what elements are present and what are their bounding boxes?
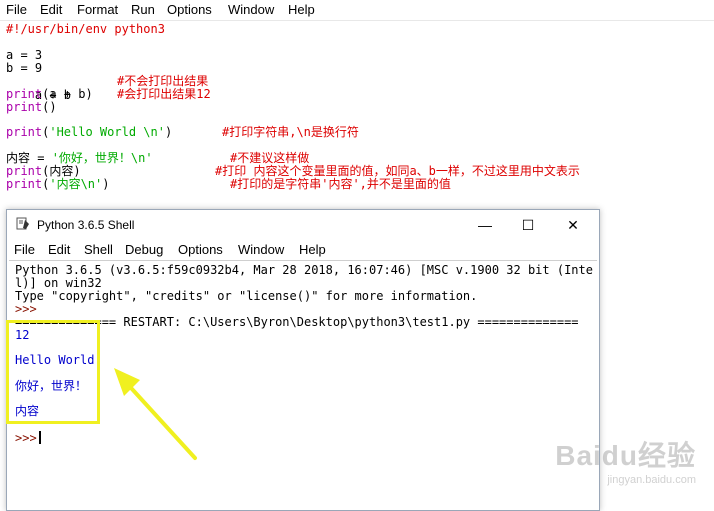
code-keyword: print [6,125,43,139]
watermark-sub: jingyan.baidu.com [607,474,696,486]
code-string: 'Hello World \n' [49,125,165,139]
menu-window[interactable]: Window [228,2,274,17]
code-comment: #打印的是字符串'内容',并不是里面的值 [230,177,451,191]
shell-menu-help[interactable]: Help [299,242,326,257]
shell-banner-line: Python 3.6.5 (v3.6.5:f59c0932b4, Mar 28 … [15,263,593,277]
code-paren: ) [102,177,110,191]
code-line-print-hello: print('Hello World \n') [6,125,172,139]
code-editor[interactable]: #!/usr/bin/env python3 a = 3 b = 9 a + b… [0,20,714,210]
shell-menu-debug[interactable]: Debug [125,242,163,257]
code-args: (a + b) [42,87,93,101]
shell-titlebar[interactable]: Python 3.6.5 Shell — ☐ ✕ [7,210,599,240]
baidu-watermark: Baidu经验 jingyan.baidu.com [555,434,696,486]
menu-run[interactable]: Run [131,2,155,17]
shell-menu-file[interactable]: File [14,242,35,257]
shell-prompt-text: >>> [15,431,37,445]
code-var: 内容 = [6,151,52,165]
code-line-a: a = 3 [6,48,43,62]
shell-menu-options[interactable]: Options [178,242,223,257]
text-cursor [38,431,41,444]
shell-menubar: File Edit Shell Debug Options Window Hel… [7,240,599,260]
code-line-aplusb: a + b [6,74,71,102]
code-args: () [42,100,57,114]
menu-format[interactable]: Format [77,2,118,17]
code-comment: #不建议这样做 [230,151,310,165]
code-comment: #不会打印出结果 [117,74,209,88]
shell-banner-line: l)] on win32 [15,276,102,290]
shell-menu-window[interactable]: Window [238,242,284,257]
close-button[interactable]: ✕ [553,214,593,236]
shell-prompt: >>> [15,302,37,316]
code-string: '内容\n' [49,177,103,191]
code-string: '你好，世界！\n' [51,151,153,165]
code-line-shebang: #!/usr/bin/env python3 [6,22,165,36]
annotation-arrow-icon [114,368,197,460]
output-highlight-box [6,320,100,424]
code-line-print-neirong: print(内容) [6,164,81,178]
code-paren: ) [164,125,173,139]
maximize-button[interactable]: ☐ [508,214,548,236]
shell-banner-line: Type "copyright", "credits" or "license(… [15,289,478,303]
shell-prompt-final[interactable]: >>> [15,431,41,445]
code-keyword: print [6,164,43,178]
shell-window-title: Python 3.6.5 Shell [37,218,135,232]
code-comment: #打印 内容这个变量里面的值，如同a、b一样，不过这里用中文表示 [215,164,580,178]
code-line-b: b = 9 [6,61,43,75]
menu-help[interactable]: Help [288,2,315,17]
code-comment: #打印字符串,\n是换行符 [222,125,359,139]
python-app-icon [16,217,29,230]
code-line-neirong-assign: 内容 = '你好，世界！\n' [6,151,153,165]
menu-options[interactable]: Options [167,2,212,17]
menu-file[interactable]: File [6,2,27,17]
watermark-main: Baidu经验 [555,440,696,471]
code-line-print-empty: print() [6,100,57,114]
shell-menu-shell[interactable]: Shell [84,242,113,257]
code-line-print-str: print('内容\n') [6,177,110,191]
editor-menubar: File Edit Format Run Options Window Help [0,0,714,21]
shell-menu-edit[interactable]: Edit [48,242,70,257]
minimize-button[interactable]: — [465,214,505,236]
code-keyword: print [6,87,43,101]
code-keyword: print [6,100,43,114]
code-line-print-ab: print(a + b) [6,87,93,101]
menu-edit[interactable]: Edit [40,2,62,17]
code-args: (内容) [42,164,81,178]
code-comment: #会打印出结果12 [117,87,211,101]
code-keyword: print [6,177,43,191]
